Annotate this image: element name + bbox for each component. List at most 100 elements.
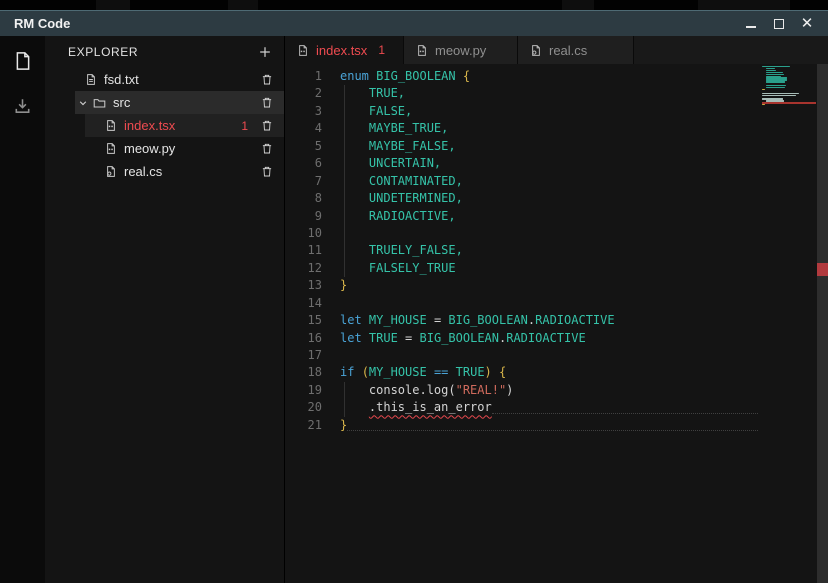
- download-icon[interactable]: [13, 97, 32, 120]
- code-text: CONTAMINATED,: [340, 173, 758, 190]
- code-lines: 1 enum BIG_BOOLEAN {2 TRUE,3 FALSE,4 MAYB…: [285, 68, 828, 434]
- maximize-button[interactable]: [772, 17, 786, 31]
- minimap-bar: [766, 72, 783, 73]
- trash-icon[interactable]: [261, 142, 273, 155]
- code-line[interactable]: 7 CONTAMINATED,: [285, 173, 828, 190]
- code-line[interactable]: 15 let MY_HOUSE = BIG_BOOLEAN.RADIOACTIVE: [285, 312, 828, 329]
- close-button[interactable]: ✕: [800, 17, 814, 31]
- tree-item-meow.py[interactable]: meow.py: [45, 137, 284, 160]
- line-decoration: [492, 399, 758, 413]
- code-line[interactable]: 9 RADIOACTIVE,: [285, 208, 828, 225]
- code-line[interactable]: 5 MAYBE_FALSE,: [285, 138, 828, 155]
- tab-meow.py[interactable]: meow.py: [404, 36, 518, 64]
- minimap-bar: [762, 89, 765, 90]
- code-line[interactable]: 1 enum BIG_BOOLEAN {: [285, 68, 828, 85]
- code-text: FALSELY_TRUE: [340, 260, 758, 277]
- line-number: 14: [285, 295, 322, 312]
- file-name: real.cs: [124, 164, 162, 179]
- code-line[interactable]: 18if (MY_HOUSE == TRUE) {: [285, 364, 828, 381]
- editor-area: index.tsx1 meow.py real.cs 1 enum BIG_BOOLE…: [285, 36, 828, 583]
- trash-icon[interactable]: [261, 119, 273, 132]
- new-file-icon[interactable]: [13, 50, 33, 77]
- line-number: 5: [285, 138, 322, 155]
- code-text: let MY_HOUSE = BIG_BOOLEAN.RADIOACTIVE: [340, 312, 758, 329]
- file-name: fsd.txt: [104, 72, 139, 87]
- line-number: 4: [285, 120, 322, 137]
- minimap[interactable]: [762, 66, 806, 112]
- code-line[interactable]: 2 TRUE,: [285, 85, 828, 102]
- minimap-bar: [762, 95, 796, 96]
- line-number: 11: [285, 242, 322, 259]
- indent-guide: [344, 155, 345, 172]
- window-title: RM Code: [14, 16, 70, 31]
- line-decoration: [347, 417, 758, 431]
- trash-icon[interactable]: [261, 165, 273, 178]
- maximize-icon: [774, 19, 784, 29]
- tab-label: meow.py: [435, 43, 486, 58]
- line-number: 13: [285, 277, 322, 294]
- code-text: RADIOACTIVE,: [340, 208, 758, 225]
- code-line[interactable]: 10: [285, 225, 828, 242]
- explorer-header: EXPLORER: [45, 36, 284, 68]
- line-number: 21: [285, 417, 322, 434]
- line-number: 6: [285, 155, 322, 172]
- code-line[interactable]: 8 UNDETERMINED,: [285, 190, 828, 207]
- trash-icon[interactable]: [261, 73, 273, 86]
- code-line[interactable]: 17: [285, 347, 828, 364]
- tab-error-badge: 1: [378, 43, 385, 57]
- code-line[interactable]: 12 FALSELY_TRUE: [285, 260, 828, 277]
- overview-error-marker: [817, 263, 828, 276]
- file-name: index.tsx: [124, 118, 175, 133]
- line-number: 15: [285, 312, 322, 329]
- indent-guide: [344, 138, 345, 155]
- code-text: TRUELY_FALSE,: [340, 242, 758, 259]
- code-line[interactable]: 14: [285, 295, 828, 312]
- indent-guide: [344, 399, 345, 416]
- minimize-button[interactable]: [744, 17, 758, 31]
- line-number: 12: [285, 260, 322, 277]
- text-file-icon: [85, 73, 97, 86]
- line-number: 20: [285, 399, 322, 416]
- code-file-icon: [105, 119, 117, 132]
- scrollbar[interactable]: [817, 64, 828, 583]
- tree-item-index.tsx[interactable]: index.tsx 1: [85, 114, 284, 137]
- minimap-bar: [766, 70, 776, 71]
- minimap-bar: [766, 87, 785, 88]
- tree-item-real.cs[interactable]: real.cs: [45, 160, 284, 183]
- code-line[interactable]: 20 .this_is_an_error: [285, 399, 828, 416]
- close-icon: ✕: [801, 17, 814, 31]
- tree-item-fsd.txt[interactable]: fsd.txt: [45, 68, 284, 91]
- code-line[interactable]: 21}: [285, 417, 828, 434]
- code-text: enum BIG_BOOLEAN {: [340, 68, 758, 85]
- error-count-badge: 1: [241, 119, 248, 133]
- code-line[interactable]: 6 UNCERTAIN,: [285, 155, 828, 172]
- trash-icon[interactable]: [261, 96, 273, 109]
- code-line[interactable]: 16let TRUE = BIG_BOOLEAN.RADIOACTIVE: [285, 330, 828, 347]
- tab-real.cs[interactable]: real.cs: [518, 36, 634, 64]
- code-text: }: [340, 417, 758, 434]
- code-text: if (MY_HOUSE == TRUE) {: [340, 364, 758, 381]
- code-text: .this_is_an_error: [340, 399, 758, 416]
- line-number: 8: [285, 190, 322, 207]
- code-line[interactable]: 4 MAYBE_TRUE,: [285, 120, 828, 137]
- editor-content[interactable]: 1 enum BIG_BOOLEAN {2 TRUE,3 FALSE,4 MAYB…: [285, 64, 828, 583]
- line-number: 19: [285, 382, 322, 399]
- line-number: 10: [285, 225, 322, 242]
- minimize-icon: [746, 26, 756, 28]
- code-text: UNCERTAIN,: [340, 155, 758, 172]
- indent-guide: [344, 85, 345, 102]
- code-text: MAYBE_TRUE,: [340, 120, 758, 137]
- new-file-button[interactable]: [258, 45, 272, 59]
- code-line[interactable]: 11 TRUELY_FALSE,: [285, 242, 828, 259]
- code-text: }: [340, 277, 758, 294]
- tab-index.tsx[interactable]: index.tsx1: [285, 36, 404, 64]
- code-text: UNDETERMINED,: [340, 190, 758, 207]
- code-line[interactable]: 19 console.log("REAL!"): [285, 382, 828, 399]
- file-name: meow.py: [124, 141, 175, 156]
- tab-bar: index.tsx1 meow.py real.cs: [285, 36, 828, 64]
- code-line[interactable]: 3 FALSE,: [285, 103, 828, 120]
- line-number: 1: [285, 68, 322, 85]
- tree-item-src[interactable]: src: [75, 91, 284, 114]
- folder-icon: [93, 96, 106, 109]
- code-line[interactable]: 13}: [285, 277, 828, 294]
